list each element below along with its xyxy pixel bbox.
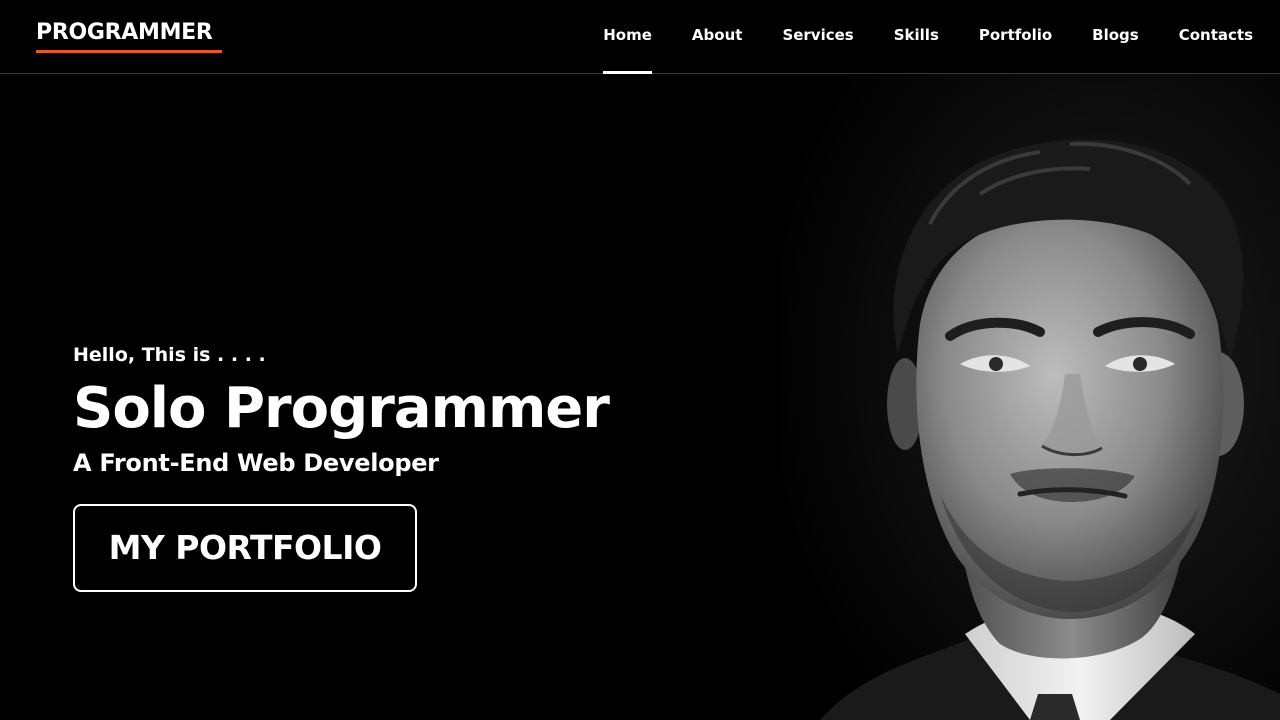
nav-item-contacts[interactable]: Contacts: [1179, 0, 1253, 74]
hero-role: A Front-End Web Developer: [73, 448, 439, 477]
nav-item-about[interactable]: About: [692, 0, 743, 74]
nav-item-label: Contacts: [1178, 26, 1253, 44]
nav-item-label: Services: [782, 26, 854, 44]
nav-item-blogs[interactable]: Blogs: [1092, 0, 1139, 74]
hero-name: Solo Programmer: [73, 376, 610, 441]
hero-greeting: Hello, This is . . . .: [73, 344, 266, 366]
nav-item-label: Portfolio: [978, 26, 1053, 44]
main-nav: Home About Services Skills Portfolio Blo…: [603, 0, 1253, 74]
hero-section: Hello, This is . . . . Solo Programmer A…: [73, 344, 610, 592]
landing-page: PROGRAMMER Home About Services Skills Po…: [0, 0, 1280, 720]
site-logo[interactable]: PROGRAMMER: [36, 20, 213, 45]
nav-item-label: Home: [603, 26, 652, 44]
nav-active-indicator: [603, 71, 652, 74]
profile-photo: [780, 74, 1280, 720]
site-header: PROGRAMMER Home About Services Skills Po…: [0, 0, 1280, 74]
my-portfolio-button[interactable]: MY PORTFOLIO: [73, 503, 417, 592]
nav-item-label: Skills: [893, 26, 939, 44]
nav-item-services[interactable]: Services: [782, 0, 853, 74]
logo-underline: [36, 50, 222, 53]
nav-item-label: Blogs: [1092, 26, 1139, 44]
nav-item-home[interactable]: Home: [603, 0, 652, 74]
nav-item-portfolio[interactable]: Portfolio: [979, 0, 1052, 74]
nav-item-label: About: [691, 26, 743, 44]
nav-item-skills[interactable]: Skills: [894, 0, 939, 74]
